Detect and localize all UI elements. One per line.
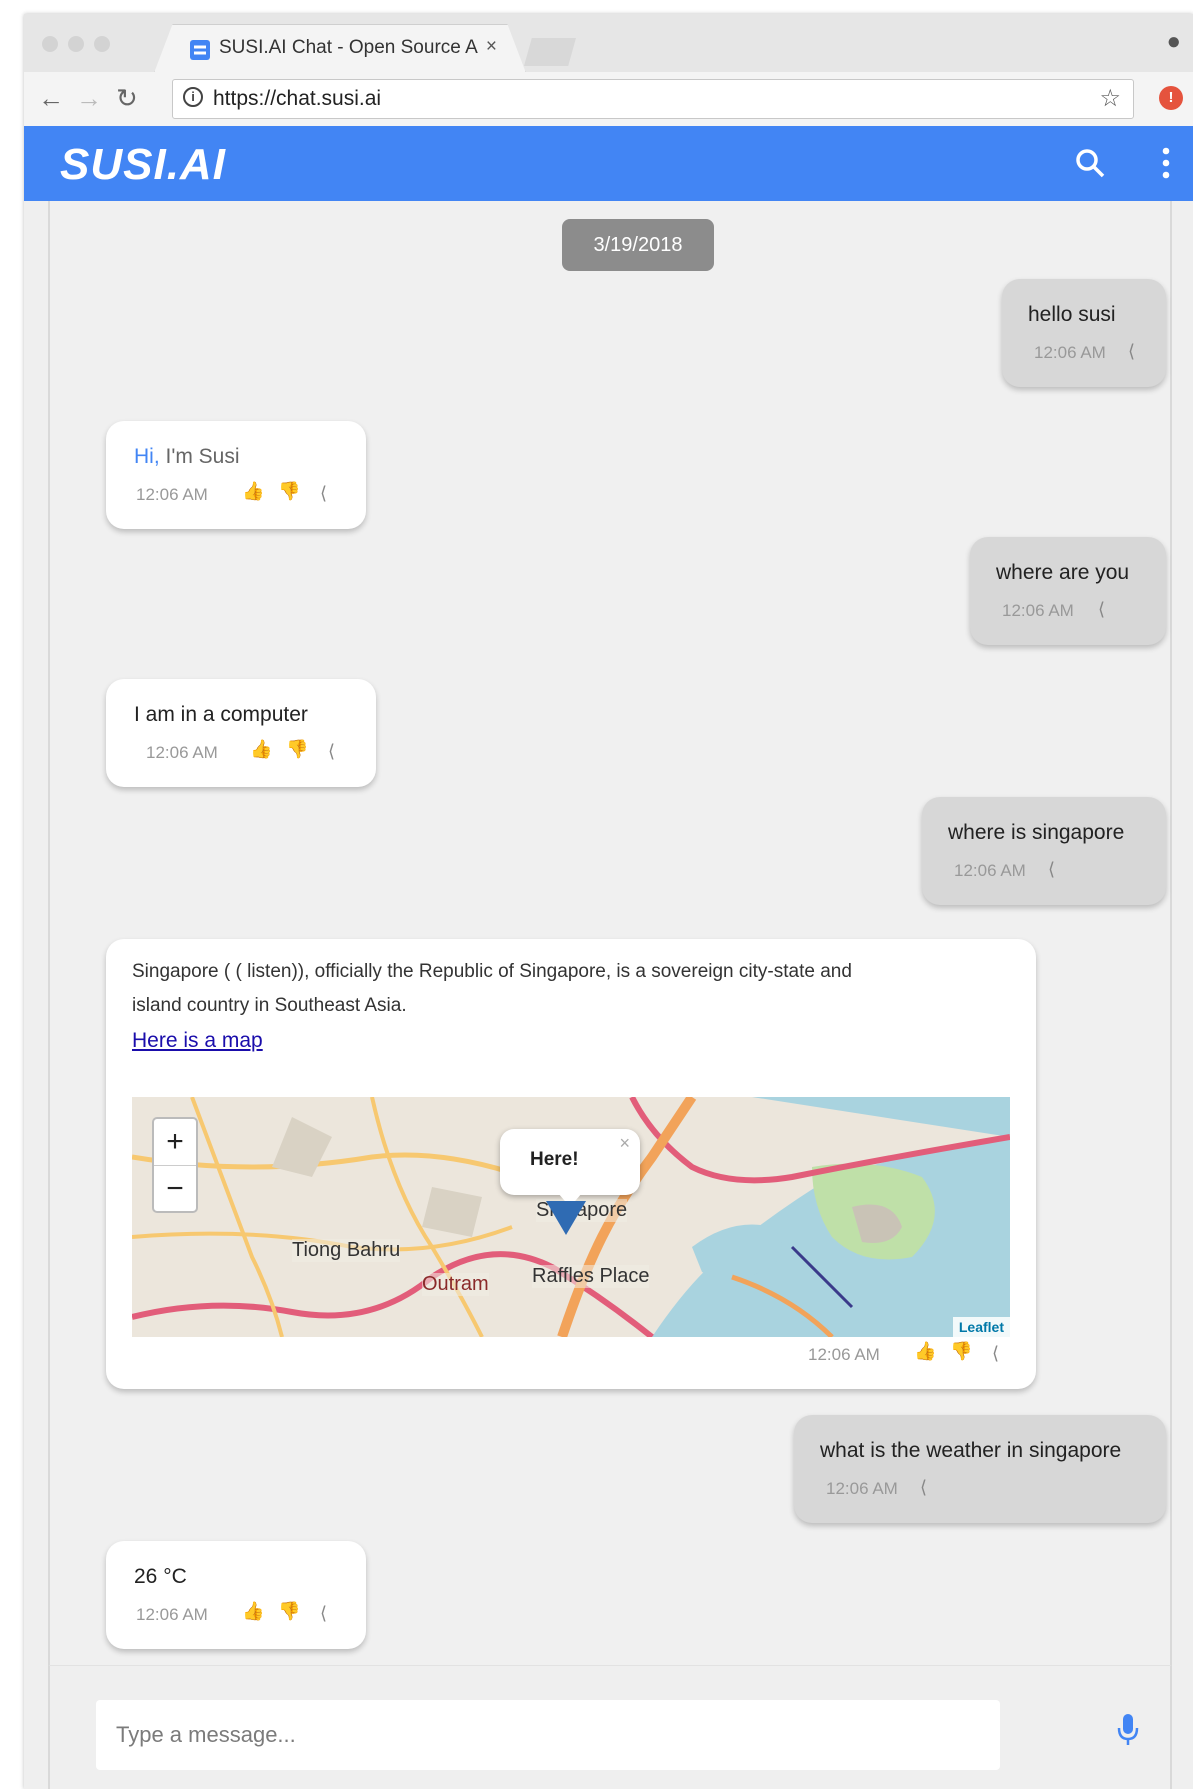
map-marker-icon[interactable] — [546, 1201, 586, 1235]
thumbs-down-icon[interactable]: 👎 — [950, 1341, 972, 1362]
window-minimize-icon[interactable] — [68, 36, 84, 52]
microphone-icon[interactable] — [1116, 1712, 1140, 1748]
share-icon[interactable]: ⟨ — [320, 1603, 327, 1624]
user-message: where is singapore 12:06 AM ⟨ — [922, 797, 1166, 905]
share-icon[interactable]: ⟨ — [1128, 341, 1135, 362]
thumbs-down-icon[interactable]: 👎 — [278, 481, 300, 502]
message-composer: Type a message... — [48, 1665, 1172, 1789]
message-input-placeholder: Type a message... — [116, 1722, 296, 1747]
message-text: where are you — [996, 561, 1130, 584]
message-time: 12:06 AM — [808, 1345, 880, 1364]
message-time: 12:06 AM — [146, 743, 218, 762]
chat-area[interactable]: 3/19/2018 hello susi 12:06 AM ⟨ Hi, I'm … — [48, 201, 1172, 1665]
browser-tab[interactable]: SUSI.AI Chat - Open Source AI × — [154, 24, 526, 73]
thumbs-down-icon[interactable]: 👎 — [286, 739, 308, 760]
message-text: Hi, I'm Susi — [134, 445, 240, 468]
message-time: 12:06 AM — [954, 861, 1026, 880]
window-maximize-icon[interactable] — [94, 36, 110, 52]
browser-toolbar: ← → ↻ i https://chat.susi.ai ☆ ! — [24, 72, 1193, 127]
susi-logo[interactable]: SUSI.AI — [60, 140, 226, 190]
susi-message: I am in a computer 12:06 AM 👍 👎 ⟨ — [106, 679, 376, 787]
message-text: Singapore ( ( listen)), officially the R… — [132, 961, 852, 982]
user-message: where are you 12:06 AM ⟨ — [970, 537, 1166, 645]
message-time: 12:06 AM — [1034, 343, 1106, 362]
susi-favicon-icon — [190, 40, 210, 60]
thumbs-up-icon[interactable]: 👍 — [242, 1601, 264, 1622]
search-icon[interactable] — [1073, 146, 1107, 180]
message-time: 12:06 AM — [1002, 601, 1074, 620]
thumbs-up-icon[interactable]: 👍 — [250, 739, 272, 760]
address-bar[interactable]: i https://chat.susi.ai ☆ — [172, 79, 1134, 119]
share-icon[interactable]: ⟨ — [992, 1343, 999, 1364]
url-text: https://chat.susi.ai — [213, 87, 382, 110]
share-icon[interactable]: ⟨ — [328, 741, 335, 762]
map-popup: Here! × — [500, 1129, 640, 1207]
info-icon[interactable]: i — [183, 87, 203, 107]
browser-window: SUSI.AI Chat - Open Source AI × ● ← → ↻ … — [24, 14, 1193, 1789]
user-message: hello susi 12:06 AM ⟨ — [1002, 279, 1166, 387]
popup-text: Here! — [530, 1149, 579, 1170]
zoom-out-button[interactable]: − — [154, 1166, 196, 1212]
reload-icon[interactable]: ↻ — [116, 83, 138, 114]
popup-close-icon[interactable]: × — [619, 1133, 630, 1154]
susi-message: Singapore ( ( listen)), officially the R… — [106, 939, 1036, 1389]
message-text: hello susi — [1028, 303, 1116, 326]
message-time: 12:06 AM — [826, 1479, 898, 1498]
share-icon[interactable]: ⟨ — [320, 483, 327, 504]
thumbs-up-icon[interactable]: 👍 — [242, 481, 264, 502]
map-label: Raffles Place — [532, 1265, 650, 1288]
message-text: I am in a computer — [134, 703, 308, 726]
thumbs-down-icon[interactable]: 👎 — [278, 1601, 300, 1622]
share-icon[interactable]: ⟨ — [920, 1477, 927, 1498]
tab-close-icon[interactable]: × — [486, 36, 497, 58]
message-text: what is the weather in singapore — [820, 1439, 1122, 1462]
extension-icon[interactable]: ! — [1159, 86, 1183, 110]
forward-icon[interactable]: → — [76, 83, 102, 114]
date-chip: 3/19/2018 — [562, 219, 714, 271]
map-label: Tiong Bahru — [292, 1239, 401, 1262]
more-options-icon[interactable] — [1161, 144, 1171, 182]
message-input[interactable]: Type a message... — [96, 1700, 1000, 1770]
window-close-icon[interactable] — [42, 36, 58, 52]
map-label: Outram — [422, 1273, 489, 1296]
message-text: 26 °C — [134, 1565, 187, 1588]
susi-message: 26 °C 12:06 AM 👍 👎 ⟨ — [106, 1541, 366, 1649]
thumbs-up-icon[interactable]: 👍 — [914, 1341, 936, 1362]
susi-message: Hi, I'm Susi 12:06 AM 👍 👎 ⟨ — [106, 421, 366, 529]
back-icon[interactable]: ← — [38, 83, 64, 114]
message-time: 12:06 AM — [136, 1605, 208, 1624]
map-zoom-control: + − — [152, 1117, 198, 1213]
bookmark-star-icon[interactable]: ☆ — [1099, 84, 1121, 113]
app-bar: SUSI.AI — [24, 126, 1193, 201]
message-time: 12:06 AM — [136, 485, 208, 504]
zoom-in-button[interactable]: + — [154, 1119, 196, 1166]
tab-strip: SUSI.AI Chat - Open Source AI × ● — [24, 14, 1193, 73]
new-tab-button[interactable] — [524, 38, 576, 66]
map-view[interactable]: Singapore Tiong Bahru Raffles Place Outr… — [132, 1097, 1010, 1337]
tab-title: SUSI.AI Chat - Open Source AI — [219, 37, 479, 58]
user-message: what is the weather in singapore 12:06 A… — [794, 1415, 1166, 1523]
share-icon[interactable]: ⟨ — [1048, 859, 1055, 880]
message-text: island country in Southeast Asia. — [132, 995, 407, 1016]
leaflet-attribution[interactable]: Leaflet — [952, 1317, 1010, 1337]
profile-icon[interactable]: ● — [1167, 28, 1182, 56]
share-icon[interactable]: ⟨ — [1098, 599, 1105, 620]
message-text: where is singapore — [948, 821, 1125, 844]
map-link[interactable]: Here is a map — [132, 1029, 263, 1053]
